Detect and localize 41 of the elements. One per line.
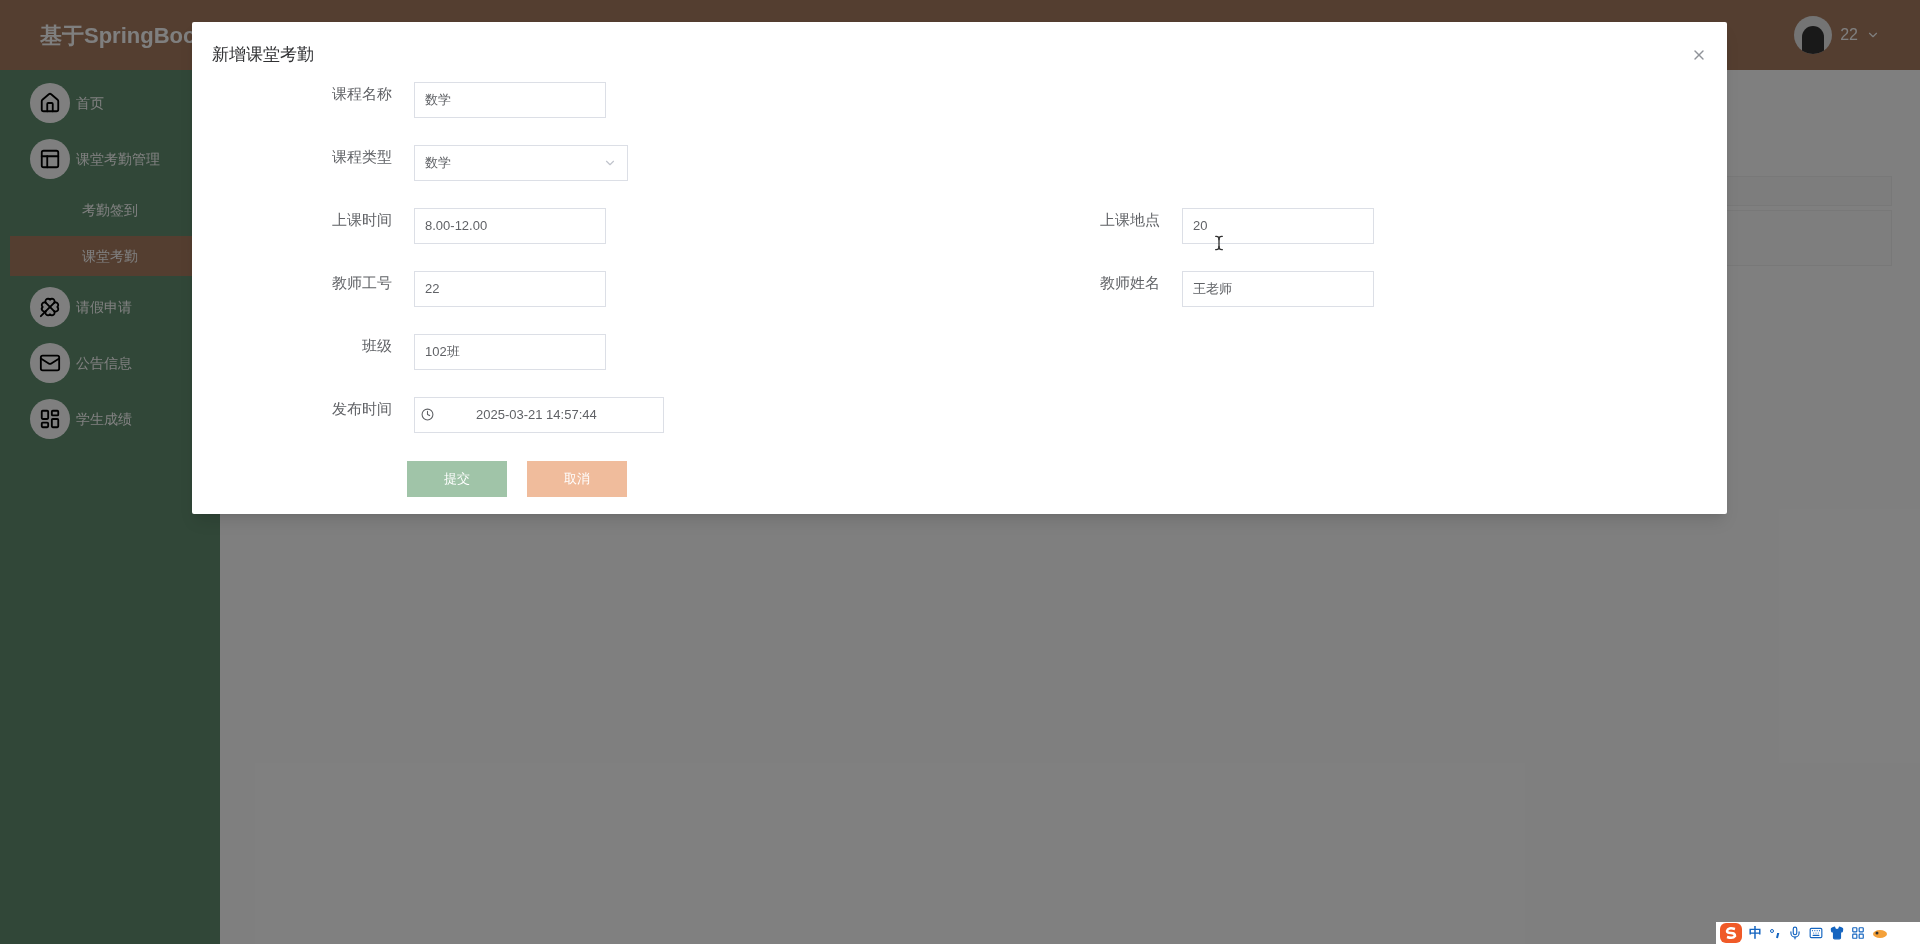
layout-icon (30, 139, 70, 179)
mail-icon (30, 343, 70, 383)
mascot-icon[interactable] (1872, 927, 1888, 939)
text-field[interactable]: 20 (1182, 207, 1374, 244)
field-label: 上课地点 (1099, 209, 1160, 230)
grid-icon[interactable] (1851, 926, 1865, 940)
submit-button[interactable]: 提交 (407, 460, 507, 497)
text-field[interactable]: 22 (414, 270, 606, 307)
sidebar-item[interactable]: 课堂考勤管理 (0, 134, 220, 184)
field-label: 课程类型 (331, 146, 392, 167)
sidebar-item[interactable]: 公告信息 (0, 338, 220, 388)
sidebar-item[interactable]: 首页 (0, 78, 220, 128)
keyboard-icon[interactable] (1809, 926, 1823, 940)
shirt-icon[interactable] (1830, 926, 1844, 940)
sidebar-item[interactable]: 请假申请 (0, 282, 220, 332)
ime-mode[interactable]: 中 (1749, 923, 1762, 943)
date-time-field[interactable]: 2025-03-21 14:57:44 (414, 396, 664, 433)
text-field[interactable]: 102班 (414, 333, 606, 370)
text-field[interactable]: 王老师 (1182, 270, 1374, 307)
field-label: 课程名称 (331, 83, 392, 104)
field-label: 发布时间 (331, 398, 392, 419)
ime-logo-icon[interactable] (1720, 923, 1742, 943)
text-field[interactable]: 数学 (414, 81, 606, 118)
text-field[interactable]: 8.00-12.00 (414, 207, 606, 244)
punctuation-icon[interactable] (1769, 927, 1781, 939)
field-label: 教师工号 (331, 272, 392, 293)
clover-icon (30, 287, 70, 327)
dialog-title: 新增课堂考勤 (212, 44, 314, 66)
user-name[interactable]: 22 (1840, 23, 1858, 47)
cancel-button[interactable]: 取消 (527, 460, 627, 497)
clock-icon (421, 408, 434, 421)
microphone-icon[interactable] (1788, 926, 1802, 940)
sidebar-item[interactable]: 学生成绩 (0, 394, 220, 444)
field-label: 上课时间 (331, 209, 392, 230)
select-field[interactable]: 数学 (414, 144, 628, 181)
grid-icon (30, 399, 70, 439)
avatar[interactable] (1794, 16, 1833, 54)
home-icon (30, 83, 70, 123)
app-title: 基于SpringBoo (40, 21, 197, 50)
field-label: 教师姓名 (1099, 272, 1160, 293)
field-label: 班级 (361, 335, 392, 356)
